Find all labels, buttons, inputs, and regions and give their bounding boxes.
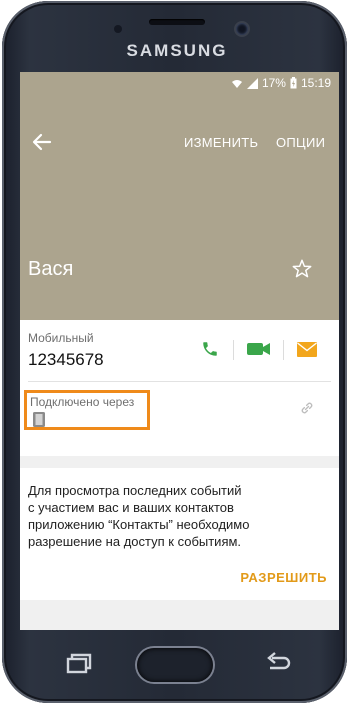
wifi-icon (231, 79, 242, 88)
front-camera (236, 23, 248, 35)
clock: 15:19 (300, 76, 331, 90)
email-icon[interactable] (297, 342, 317, 357)
permission-line: Для просмотра последних событий (28, 483, 242, 498)
phone-type-label: Мобильный (28, 331, 94, 345)
status-bar: 17% 15:19 (20, 72, 339, 94)
contact-name: Вася (28, 258, 74, 280)
battery-percent: 17% (261, 76, 286, 90)
allow-button[interactable]: РАЗРЕШИТЬ (240, 570, 327, 585)
video-call-icon[interactable] (247, 341, 271, 357)
permission-line: приложению “Контакты” необходимо (28, 517, 250, 532)
permission-card: Для просмотра последних событий с участи… (20, 468, 339, 600)
recent-apps-key-icon[interactable] (62, 650, 94, 678)
screen: 17% 15:19 ИЗМЕНИТЬ ОПЦИИ Вася Мобильный … (20, 72, 339, 630)
back-key-icon[interactable] (262, 650, 294, 678)
proximity-sensor (114, 25, 122, 33)
connected-via-highlight (24, 390, 150, 430)
action-divider (233, 340, 234, 360)
phone-number[interactable]: 12345678 (28, 350, 104, 370)
edit-button[interactable]: ИЗМЕНИТЬ (184, 135, 258, 150)
back-arrow-icon[interactable] (30, 130, 54, 154)
link-icon[interactable] (298, 399, 316, 417)
call-icon[interactable] (201, 340, 219, 358)
battery-charging-icon (290, 77, 297, 89)
home-key[interactable] (137, 648, 213, 682)
options-button[interactable]: ОПЦИИ (276, 135, 325, 150)
permission-line: с участием вас и ваших контактов (28, 500, 234, 515)
brand-logo: SAMSUNG (126, 41, 228, 60)
contact-details-card: Мобильный 12345678 Подключено через (20, 320, 339, 456)
earpiece-speaker (149, 19, 205, 25)
contact-header: ИЗМЕНИТЬ ОПЦИИ Вася (20, 94, 339, 342)
section-divider (28, 381, 331, 382)
favorite-star-icon[interactable] (291, 258, 313, 280)
permission-line: разрешение на доступ к событиям. (28, 534, 242, 549)
permission-message: Для просмотра последних событий с участи… (28, 482, 318, 550)
action-divider (283, 340, 284, 360)
signal-icon (246, 77, 258, 89)
